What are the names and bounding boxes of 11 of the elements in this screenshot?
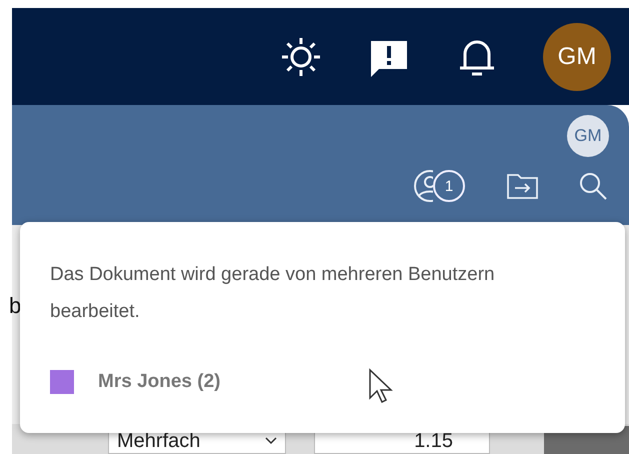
chevron-icon [265, 437, 277, 445]
document-text: b [9, 293, 22, 319]
popover-message: Das Dokument wird gerade von mehreren Benutzern bearbeitet. [50, 263, 496, 324]
folder-arrow-icon[interactable] [507, 173, 539, 199]
users-icon[interactable] [413, 169, 433, 203]
count-badge: 1 [433, 170, 465, 202]
user-name: Mrs Jones (2) [98, 371, 220, 393]
cursor-icon [368, 368, 394, 404]
user-avatar[interactable]: GM [543, 22, 611, 90]
user-avatar: GM [567, 115, 609, 157]
search-icon[interactable] [579, 172, 607, 200]
